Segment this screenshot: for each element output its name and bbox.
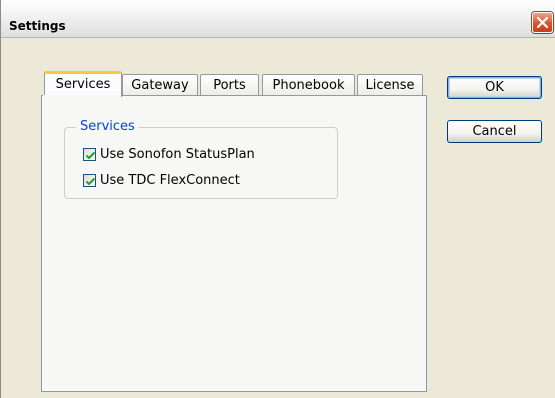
tab-services[interactable]: Services (44, 71, 122, 97)
tdc-flexconnect-label: Use TDC FlexConnect (100, 173, 240, 188)
ok-button[interactable]: OK (447, 76, 542, 99)
settings-dialog: Settings Services Gateway Ports Phoneboo… (0, 0, 555, 398)
title-bar[interactable]: Settings (1, 0, 555, 38)
cancel-button[interactable]: Cancel (447, 120, 542, 143)
tdc-flexconnect-checkbox[interactable] (83, 174, 96, 187)
services-group-legend: Services (76, 119, 139, 134)
sonofon-statusplan-checkbox[interactable] (83, 148, 96, 161)
window-title: Settings (9, 19, 66, 33)
tab-phonebook[interactable]: Phonebook (262, 74, 355, 97)
tab-license[interactable]: License (357, 74, 423, 97)
tab-gateway[interactable]: Gateway (122, 74, 198, 97)
check-icon (85, 177, 96, 186)
check-icon (85, 151, 96, 160)
services-groupbox (64, 127, 338, 199)
close-button[interactable] (532, 12, 553, 33)
sonofon-statusplan-label: Use Sonofon StatusPlan (100, 147, 255, 162)
tab-ports[interactable]: Ports (200, 74, 259, 97)
active-tab-join (43, 95, 121, 97)
